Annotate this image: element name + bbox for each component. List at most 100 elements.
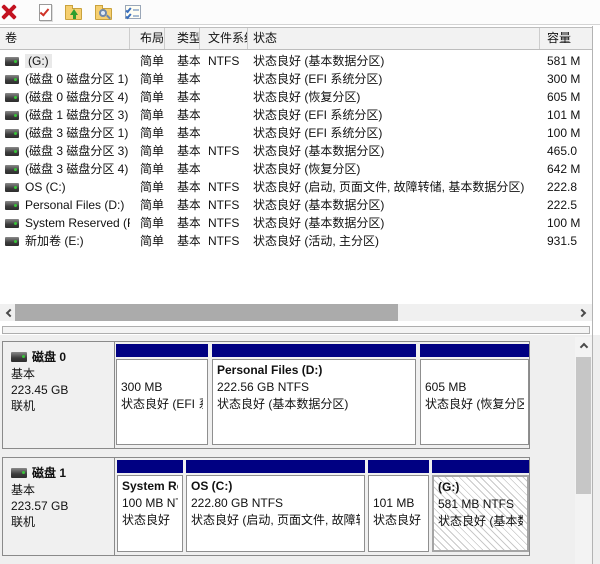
volume-name: (磁盘 3 磁盘分区 1)	[25, 126, 128, 140]
disk1-partition-c[interactable]: OS (C:) 222.80 GB NTFS 状态良好 (启动, 页面文件, 故…	[186, 460, 365, 553]
disk-icon	[11, 468, 27, 478]
properties-button[interactable]	[122, 2, 144, 22]
partition-name: OS (C:)	[191, 478, 360, 495]
volume-icon	[5, 183, 19, 192]
volume-layout: 简单	[130, 160, 165, 178]
partition-size: 100 MB NTFS	[122, 495, 178, 512]
volume-capacity: 100 M	[540, 124, 592, 142]
volume-status: 状态良好 (基本数据分区)	[248, 196, 540, 214]
table-row[interactable]: (磁盘 3 磁盘分区 4) 简单 基本 状态良好 (恢复分区) 642 M	[0, 160, 592, 178]
volume-capacity: 100 M	[540, 214, 592, 232]
open-button[interactable]	[62, 2, 84, 22]
disk1-partition-g-selected[interactable]: (G:) 581 MB NTFS 状态良好 (基本数据分区)	[432, 460, 529, 553]
table-row-g[interactable]: (G:) 简单 基本 NTFS 状态良好 (基本数据分区) 581 M	[0, 52, 592, 70]
volume-icon	[5, 93, 19, 102]
partition-color-bar	[420, 344, 529, 357]
volume-status: 状态良好 (EFI 系统分区)	[248, 106, 540, 124]
volume-type: 基本	[165, 214, 200, 232]
table-row[interactable]: 新加卷 (E:) 简单 基本 NTFS 状态良好 (活动, 主分区) 931.5	[0, 232, 592, 250]
disk0-partition-d[interactable]: Personal Files (D:) 222.56 GB NTFS 状态良好 …	[212, 344, 416, 446]
volume-icon	[5, 219, 19, 228]
table-row[interactable]: (磁盘 1 磁盘分区 3) 简单 基本 状态良好 (EFI 系统分区) 101 …	[0, 106, 592, 124]
table-row[interactable]: (磁盘 0 磁盘分区 4) 简单 基本 状态良好 (恢复分区) 605 M	[0, 88, 592, 106]
disk-size: 223.57 GB	[11, 498, 108, 514]
volume-layout: 简单	[130, 52, 165, 70]
disk-type: 基本	[11, 366, 108, 382]
column-header-volume[interactable]: 卷	[0, 28, 130, 49]
horizontal-scrollbar[interactable]	[0, 304, 592, 321]
disk-type: 基本	[11, 482, 108, 498]
pane-right-border	[592, 335, 593, 564]
vertical-scrollbar-thumb[interactable]	[576, 357, 591, 494]
volume-name: (磁盘 0 磁盘分区 4)	[25, 90, 128, 104]
volume-layout: 简单	[130, 142, 165, 160]
volume-status: 状态良好 (基本数据分区)	[248, 214, 540, 232]
disk0-partition-recovery[interactable]: 605 MB 状态良好 (恢复分区)	[420, 344, 529, 446]
disk-1-info[interactable]: 磁盘 1 基本 223.57 GB 联机	[3, 458, 115, 555]
volume-capacity: 581 M	[540, 52, 592, 70]
partition-name	[425, 362, 524, 379]
column-header-layout[interactable]: 布局	[130, 28, 165, 49]
volume-layout: 简单	[130, 232, 165, 250]
toolbar	[0, 0, 600, 25]
volume-type: 基本	[165, 196, 200, 214]
scroll-up-button[interactable]	[575, 337, 592, 354]
partition-name	[373, 478, 424, 495]
volume-type: 基本	[165, 124, 200, 142]
volume-rows: (G:) 简单 基本 NTFS 状态良好 (基本数据分区) 581 M (磁盘 …	[0, 52, 592, 250]
volume-fs: NTFS	[200, 142, 248, 160]
volume-type: 基本	[165, 178, 200, 196]
partition-size: 101 MB	[373, 495, 424, 512]
chevron-left-icon	[6, 308, 14, 316]
volume-capacity: 605 M	[540, 88, 592, 106]
volume-capacity: 101 M	[540, 106, 592, 124]
volume-status: 状态良好 (基本数据分区)	[248, 142, 540, 160]
table-row[interactable]: Personal Files (D:) 简单 基本 NTFS 状态良好 (基本数…	[0, 196, 592, 214]
table-row[interactable]: (磁盘 0 磁盘分区 1) 简单 基本 状态良好 (EFI 系统分区) 300 …	[0, 70, 592, 88]
partition-color-bar	[432, 460, 529, 473]
volume-status: 状态良好 (基本数据分区)	[248, 52, 540, 70]
partition-status: 状态良好 (启动, 页面文件, 故障转储, 基本数据分区)	[191, 512, 360, 529]
disk-state: 联机	[11, 398, 108, 414]
table-row[interactable]: System Reserved (F:) 简单 基本 NTFS 状态良好 (基本…	[0, 214, 592, 232]
volume-layout: 简单	[130, 214, 165, 232]
partition-status: 状态良好 (EFI 系统分区)	[121, 396, 203, 413]
table-row[interactable]: (磁盘 3 磁盘分区 1) 简单 基本 状态良好 (EFI 系统分区) 100 …	[0, 124, 592, 142]
volume-capacity: 300 M	[540, 70, 592, 88]
volume-icon	[5, 201, 19, 210]
volume-list-pane: 卷 布局 类型 文件系统 状态 容量 (G:) 简单 基本 NTFS 状态良好 …	[0, 26, 593, 335]
disk0-partition-efi[interactable]: 300 MB 状态良好 (EFI 系统分区)	[116, 344, 208, 446]
disk-0-row: 磁盘 0 基本 223.45 GB 联机 300 MB 状态良好 (EFI 系统…	[2, 341, 530, 449]
disk1-partition-efi[interactable]: 101 MB 状态良好 (EFI 系统分区)	[368, 460, 429, 553]
delete-volume-button[interactable]	[0, 2, 20, 22]
partition-name: Personal Files (D:)	[217, 362, 411, 379]
volume-fs	[200, 70, 248, 88]
properties-check-icon	[39, 4, 52, 21]
partition-size: 222.80 GB NTFS	[191, 495, 360, 512]
explore-button[interactable]	[92, 2, 114, 22]
disk1-partition-system-reserved[interactable]: System Reserved 100 MB NTFS 状态良好	[117, 460, 183, 553]
volume-capacity: 222.5	[540, 196, 592, 214]
table-row[interactable]: (磁盘 3 磁盘分区 3) 简单 基本 NTFS 状态良好 (基本数据分区) 4…	[0, 142, 592, 160]
disk-0-info[interactable]: 磁盘 0 基本 223.45 GB 联机	[3, 342, 115, 448]
volume-capacity: 931.5	[540, 232, 592, 250]
table-row[interactable]: OS (C:) 简单 基本 NTFS 状态良好 (启动, 页面文件, 故障转储,…	[0, 178, 592, 196]
volume-layout: 简单	[130, 88, 165, 106]
partition-status: 状态良好 (恢复分区)	[425, 396, 524, 413]
column-header-type[interactable]: 类型	[165, 28, 200, 49]
vertical-scrollbar[interactable]	[575, 337, 592, 564]
check-properties-button[interactable]	[34, 2, 56, 22]
horizontal-scrollbar-thumb[interactable]	[15, 304, 398, 321]
volume-status: 状态良好 (恢复分区)	[248, 88, 540, 106]
column-header-capacity[interactable]: 容量	[540, 28, 592, 49]
volume-fs: NTFS	[200, 196, 248, 214]
volume-type: 基本	[165, 52, 200, 70]
pane-splitter[interactable]	[2, 326, 590, 334]
disk-1-row: 磁盘 1 基本 223.57 GB 联机 System Reserved 100…	[2, 457, 530, 556]
scroll-right-button[interactable]	[575, 304, 592, 321]
column-header-status[interactable]: 状态	[248, 28, 540, 49]
column-header-filesystem[interactable]: 文件系统	[200, 28, 248, 49]
volume-fs: NTFS	[200, 214, 248, 232]
delete-icon	[1, 4, 17, 20]
volume-status: 状态良好 (活动, 主分区)	[248, 232, 540, 250]
